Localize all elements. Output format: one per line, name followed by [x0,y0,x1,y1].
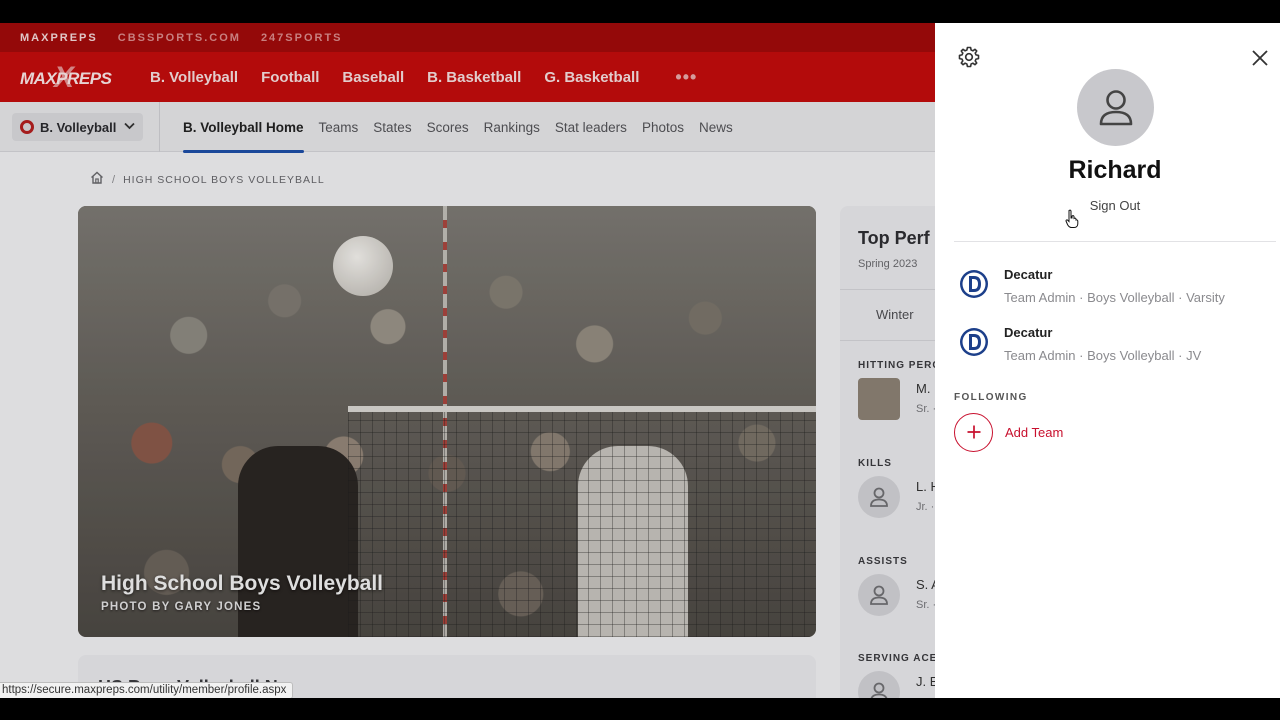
nav-item-girls-basketball[interactable]: G. Basketball [544,69,639,86]
stat-player-name[interactable]: M. [916,381,930,396]
decatur-team-logo-icon [959,325,989,359]
nav-item-boys-basketball[interactable]: B. Basketball [427,69,521,86]
network-link-maxpreps[interactable]: MAXPREPS [20,32,98,44]
sport-sub-nav: B. Volleyball B. Volleyball Home Teams S… [0,102,935,153]
status-bar-url: https://secure.maxpreps.com/utility/memb… [0,682,294,698]
stat-player-meta: Sr. · [916,599,937,611]
subnav-link-states[interactable]: States [373,120,411,135]
add-team-label: Add Team [1005,424,1064,440]
player-photo[interactable] [858,378,900,420]
following-heading: FOLLOWING [954,392,1028,403]
decatur-team-logo-icon [959,267,989,301]
hero-image[interactable]: High School Boys Volleyball PHOTO BY GAR… [78,206,816,637]
gear-icon[interactable] [957,45,981,69]
chevron-down-icon [124,121,135,133]
breadcrumb: / HIGH SCHOOL BOYS VOLLEYBALL [90,171,325,189]
sign-out-link[interactable]: Sign Out [935,198,1280,213]
network-link-cbssports[interactable]: CBSSPORTS.COM [118,32,241,44]
stat-heading: KILLS [858,458,892,469]
sport-selector-label: B. Volleyball [40,119,117,135]
top-performers-title: Top Perf [858,228,930,248]
subnav-link-scores[interactable]: Scores [427,120,469,135]
home-icon[interactable] [90,171,104,189]
plus-icon [954,412,993,452]
logo-wordmark: MAXPREPS [20,69,112,88]
team-role: Team Admin · Boys Volleyball · Varsity [1004,290,1225,305]
volleyball [333,236,393,296]
subnav-link-photos[interactable]: Photos [642,120,684,135]
nav-item-football[interactable]: Football [261,69,319,86]
stat-player-meta: Jr. · [916,501,935,513]
account-panel: Richard Sign Out Decatur Team Admin · Bo… [935,23,1280,698]
team-name: Decatur [1004,267,1053,282]
panel-divider [954,241,1276,242]
network-link-247sports[interactable]: 247SPORTS [261,32,343,44]
more-sports-button[interactable]: ••• [675,67,697,88]
volleyball-net [348,406,816,637]
nav-item-boys-volleyball[interactable]: B. Volleyball [150,69,238,86]
close-icon[interactable] [1249,47,1271,69]
team-role: Team Admin · Boys Volleyball · JV [1004,348,1202,363]
subnav-link-teams[interactable]: Teams [319,120,359,135]
stat-player-meta: Sr. · [916,403,937,415]
maxpreps-logo[interactable]: X MAXPREPS [20,61,112,94]
nav-item-baseball[interactable]: Baseball [342,69,404,86]
avatar-placeholder-icon[interactable] [858,671,900,698]
top-performers-season: Spring 2023 [858,258,918,270]
subnav-link-home[interactable]: B. Volleyball Home [183,120,304,153]
breadcrumb-current: HIGH SCHOOL BOYS VOLLEYBALL [123,174,325,186]
hero-photo-credit: PHOTO BY GARY JONES [101,601,262,613]
subnav-divider [159,102,160,152]
stat-heading: HITTING PERC [858,360,941,371]
sport-selector-dropdown[interactable]: B. Volleyball [12,113,143,141]
stat-heading: ASSISTS [858,556,908,567]
avatar-placeholder-icon[interactable] [858,476,900,518]
tab-winter[interactable]: Winter [876,307,914,322]
breadcrumb-separator: / [112,174,116,186]
subnav-link-news[interactable]: News [699,120,733,135]
network-strip: MAXPREPS CBSSPORTS.COM 247SPORTS [0,23,935,52]
team-item-decatur-varsity[interactable]: Decatur Team Admin · Boys Volleyball · V… [954,267,1274,315]
add-team-button[interactable]: Add Team [954,412,1063,452]
hand-pointer-cursor-icon [1065,209,1079,229]
team-name: Decatur [1004,325,1053,340]
stat-heading: SERVING ACE [858,653,938,664]
team-item-decatur-jv[interactable]: Decatur Team Admin · Boys Volleyball · J… [954,325,1274,373]
hero-title: High School Boys Volleyball [101,572,383,595]
user-name: Richard [1068,156,1162,184]
main-nav: X MAXPREPS B. Volleyball Football Baseba… [0,52,935,102]
volleyball-icon [20,120,34,134]
subnav-link-stat-leaders[interactable]: Stat leaders [555,120,627,135]
subnav-link-rankings[interactable]: Rankings [484,120,540,135]
avatar-placeholder-icon[interactable] [858,574,900,616]
browser-viewport: MAXPREPS CBSSPORTS.COM 247SPORTS X MAXPR… [0,23,1280,698]
user-avatar[interactable] [1077,69,1154,146]
